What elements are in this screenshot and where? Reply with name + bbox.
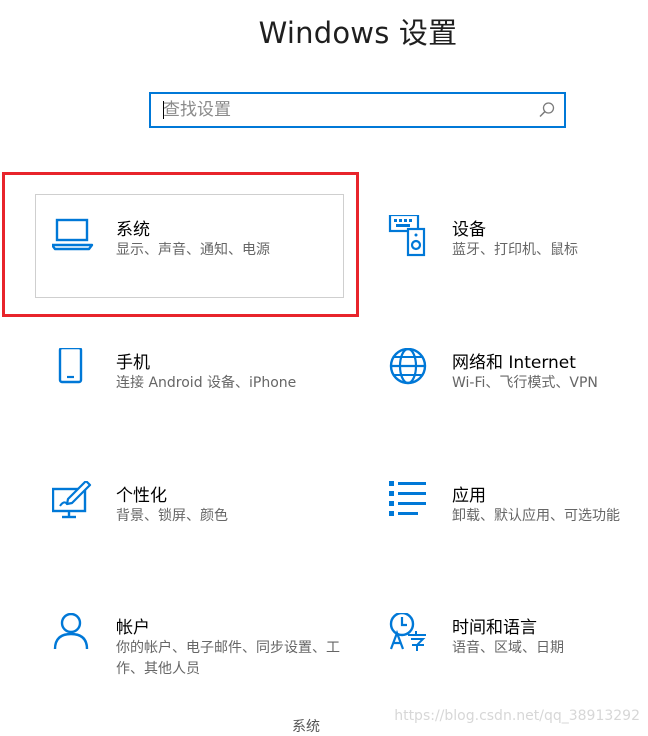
tile-description: 卸载、默认应用、可选功能 [452,508,620,524]
tile-title: 应用 [452,486,486,506]
text-caret [163,101,164,119]
tile-description: 背景、锁屏、颜色 [116,508,228,524]
tile-network[interactable]: 网络和 Internet Wi-Fi、飞行模式、VPN [388,348,648,438]
tile-description: 蓝牙、打印机、鼠标 [452,242,578,258]
search-input[interactable] [151,94,543,126]
globe-icon [389,348,427,385]
page-title: Windows 设置 [258,16,458,50]
tile-description: 你的帐户、电子邮件、同步设置、工作、其他人员 [116,640,340,677]
tile-title: 帐户 [116,618,150,638]
search-box[interactable] [149,92,566,128]
personalization-icon [52,481,92,519]
tile-phone[interactable]: 手机 连接 Android 设备、iPhone [52,348,352,438]
apps-icon [389,481,426,516]
tile-apps[interactable]: 应用 卸载、默认应用、可选功能 [388,481,648,571]
tile-accounts[interactable]: 帐户 你的帐户、电子邮件、同步设置、工作、其他人员 [52,613,352,703]
search-icon[interactable] [538,101,556,119]
tooltip: 系统 [292,719,320,735]
devices-icon [388,215,426,257]
tile-title: 手机 [116,353,150,373]
tile-description: 语音、区域、日期 [452,640,564,656]
highlight-annotation-box [2,172,359,317]
tile-title: 设备 [452,220,486,240]
tile-description: 连接 Android 设备、iPhone [116,375,297,391]
tile-description: Wi-Fi、飞行模式、VPN [452,375,598,391]
person-icon [53,613,89,650]
phone-icon [58,348,83,384]
tile-personalization[interactable]: 个性化 背景、锁屏、颜色 [52,481,352,571]
tile-title: 网络和 Internet [452,353,576,373]
watermark: https://blog.csdn.net/qq_38913292 [394,708,640,724]
tile-devices[interactable]: 设备 蓝牙、打印机、鼠标 [388,215,648,305]
tile-title: 时间和语言 [452,618,537,638]
tile-title: 个性化 [116,486,167,506]
tile-time-language[interactable]: 时间和语言 语音、区域、日期 [388,613,648,703]
time-language-icon [389,613,426,651]
